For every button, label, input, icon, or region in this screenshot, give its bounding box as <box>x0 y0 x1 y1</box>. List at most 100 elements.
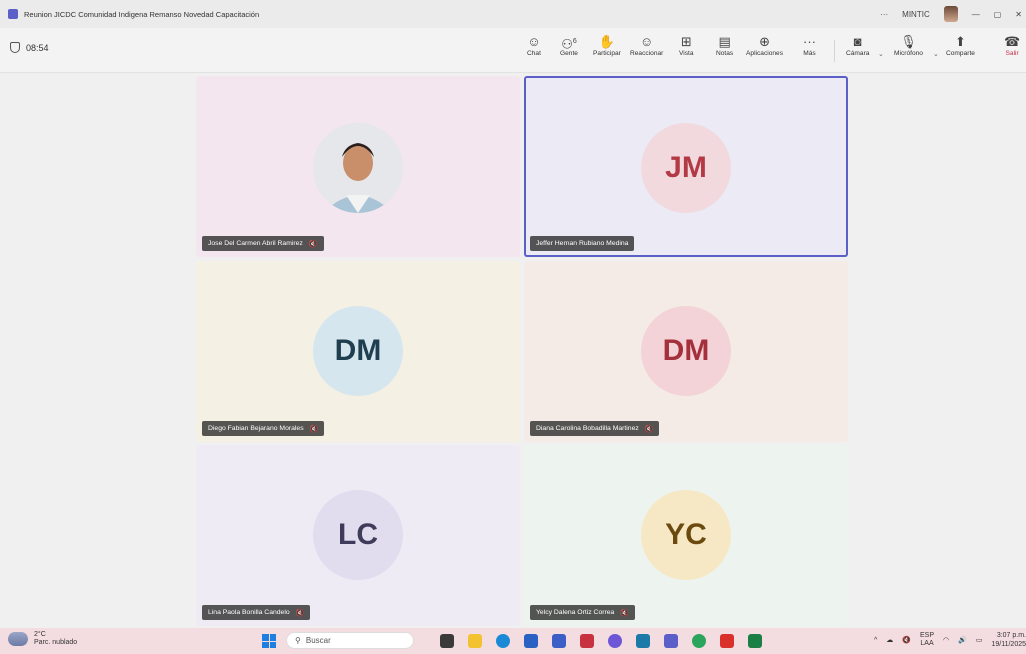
participant-tile[interactable]: Jose Del Carmen Abril Ramirez 🔇 <box>196 76 520 257</box>
leave-button[interactable]: ☎ Salir <box>1004 34 1020 57</box>
copilot-icon[interactable] <box>608 634 622 648</box>
search-placeholder: Buscar <box>305 636 331 645</box>
account-avatar[interactable] <box>943 6 958 22</box>
chrome-icon[interactable] <box>692 634 706 648</box>
participant-tile[interactable]: DM Diana Carolina Bobadilla Martinez 🔇 <box>524 261 848 442</box>
raise-label: Participar <box>593 50 621 57</box>
participant-nameplate: Jose Del Carmen Abril Ramirez 🔇 <box>202 236 324 251</box>
participant-nameplate: Diana Carolina Bobadilla Martinez 🔇 <box>530 421 660 436</box>
weather-condition: Parc. nublado <box>34 639 78 646</box>
more-label: Más <box>803 50 816 57</box>
camera-options-chevron-icon[interactable]: ⌄ <box>878 50 884 58</box>
more-button[interactable]: ··· Más <box>803 34 816 57</box>
participant-initials-avatar: DM <box>313 306 403 396</box>
participant-nameplate: Diego Fabian Bejarano Morales 🔇 <box>202 421 325 436</box>
teams-icon <box>8 9 18 19</box>
clock-time: 3:07 p.m. <box>996 632 1026 639</box>
participant-tile[interactable]: LC Lina Paola Bonilla Candelo 🔇 <box>196 445 520 626</box>
mic-label: Micrófono <box>894 50 923 57</box>
mute-icon: 🔇 <box>309 425 319 433</box>
participant-nameplate: Yelcy Dalena Ortiz Correa 🔇 <box>530 605 636 620</box>
app-icon[interactable] <box>552 634 566 648</box>
react-button[interactable]: ☺ Reaccionar <box>630 34 663 57</box>
chat-label: Chat <box>527 50 541 57</box>
share-button[interactable]: ⬆ Comparte <box>946 34 975 57</box>
participant-name: Diego Fabian Bejarano Morales <box>208 425 304 432</box>
participant-initials-avatar: DM <box>641 306 731 396</box>
language-indicator[interactable]: ESP LAA <box>920 632 934 648</box>
account-name[interactable]: MINTIC <box>902 10 930 19</box>
close-icon[interactable]: ✕ <box>1015 10 1022 19</box>
language-bottom: LAA <box>920 640 934 647</box>
people-button[interactable]: ⚇6 Gente <box>560 34 578 57</box>
store-icon[interactable] <box>524 634 538 648</box>
apps-icon: ⊕ <box>759 34 770 49</box>
battery-icon[interactable]: ▭ <box>976 636 983 644</box>
file-explorer-icon[interactable] <box>468 634 482 648</box>
notes-button[interactable]: ▤ Notas <box>716 34 733 57</box>
raise-hand-button[interactable]: ✋ Participar <box>593 34 621 57</box>
app-icon[interactable] <box>748 634 762 648</box>
onedrive-icon[interactable]: ☁ <box>886 636 893 644</box>
acrobat-icon[interactable] <box>720 634 734 648</box>
camera-button[interactable]: ◙ Cámara <box>846 34 869 57</box>
mute-icon: 🔇 <box>308 240 318 248</box>
apps-label: Aplicaciones <box>746 50 784 57</box>
task-view-icon[interactable] <box>440 634 454 648</box>
mcafee-icon[interactable] <box>580 634 594 648</box>
app-icon[interactable] <box>636 634 650 648</box>
camera-label: Cámara <box>846 50 870 57</box>
minimize-icon[interactable]: — <box>972 10 980 19</box>
camera-icon: ◙ <box>853 34 862 49</box>
apps-button[interactable]: ⊕ Aplicaciones <box>746 34 783 57</box>
participant-name: Yelcy Dalena Ortiz Correa <box>536 609 615 616</box>
edge-icon[interactable] <box>496 634 510 648</box>
cloud-icon <box>8 632 28 646</box>
weather-widget[interactable]: 2°C Parc. nublado <box>8 631 77 647</box>
shield-icon <box>10 42 20 53</box>
chat-button[interactable]: ☺ Chat <box>527 34 541 57</box>
more-icon[interactable]: ··· <box>880 10 888 19</box>
participant-nameplate: Lina Paola Bonilla Candelo 🔇 <box>202 605 311 620</box>
restore-icon[interactable]: ▢ <box>994 10 1002 19</box>
participant-initials-avatar: JM <box>641 123 731 213</box>
more-icon: ··· <box>803 34 816 49</box>
mic-muted-icon[interactable]: 🔇 <box>902 636 911 644</box>
language-top: ESP <box>920 632 935 639</box>
taskbar-search[interactable]: ⚲ Buscar <box>286 632 414 649</box>
volume-icon[interactable]: 🔊 <box>958 636 967 644</box>
clock-date: 19/11/2025 <box>991 641 1026 648</box>
share-icon: ⬆ <box>955 34 966 49</box>
toolbar-separator <box>834 40 835 62</box>
share-label: Comparte <box>946 50 975 57</box>
clock[interactable]: 3:07 p.m. 19/11/2025 <box>991 631 1026 649</box>
participant-tile[interactable]: YC Yelcy Dalena Ortiz Correa 🔇 <box>524 445 848 626</box>
participant-photo <box>313 123 403 213</box>
people-icon: ⚇6 <box>561 36 577 52</box>
notes-label: Notas <box>716 50 734 57</box>
participant-tile[interactable]: DM Diego Fabian Bejarano Morales 🔇 <box>196 261 520 442</box>
react-label: Reaccionar <box>630 50 664 57</box>
view-button[interactable]: ⊞ Vista <box>679 34 694 57</box>
wifi-icon[interactable]: ◠ <box>943 636 949 644</box>
title-bar: Reunion JICDC Comunidad Indigena Remanso… <box>0 0 1026 28</box>
participant-initials-avatar: LC <box>313 490 403 580</box>
notes-icon: ▤ <box>718 34 731 49</box>
weather-temperature: 2°C <box>34 631 46 638</box>
meeting-toolbar: 08:54 ☺ Chat ⚇6 Gente ✋ Participar ☺ Rea… <box>0 28 1026 73</box>
leave-label: Salir <box>1005 50 1019 57</box>
view-label: Vista <box>679 50 694 57</box>
mute-icon: 🔇 <box>620 609 630 617</box>
participant-name: Diana Carolina Bobadilla Martinez <box>536 425 639 432</box>
people-label: Gente <box>560 50 578 57</box>
meeting-timer: 08:54 <box>10 42 49 53</box>
chevron-up-icon[interactable]: ^ <box>874 637 877 644</box>
windows-icon[interactable] <box>262 634 276 648</box>
hand-icon: ✋ <box>598 34 616 49</box>
mic-button[interactable]: 🎙 Micrófono <box>894 34 923 57</box>
participant-name: Jose Del Carmen Abril Ramirez <box>208 240 303 247</box>
teams-icon[interactable] <box>664 634 678 648</box>
timer-text: 08:54 <box>26 42 49 53</box>
participant-tile-active[interactable]: JM Jeffer Hernan Rubiano Medina <box>524 76 848 257</box>
mic-options-chevron-icon[interactable]: ⌄ <box>933 50 939 58</box>
